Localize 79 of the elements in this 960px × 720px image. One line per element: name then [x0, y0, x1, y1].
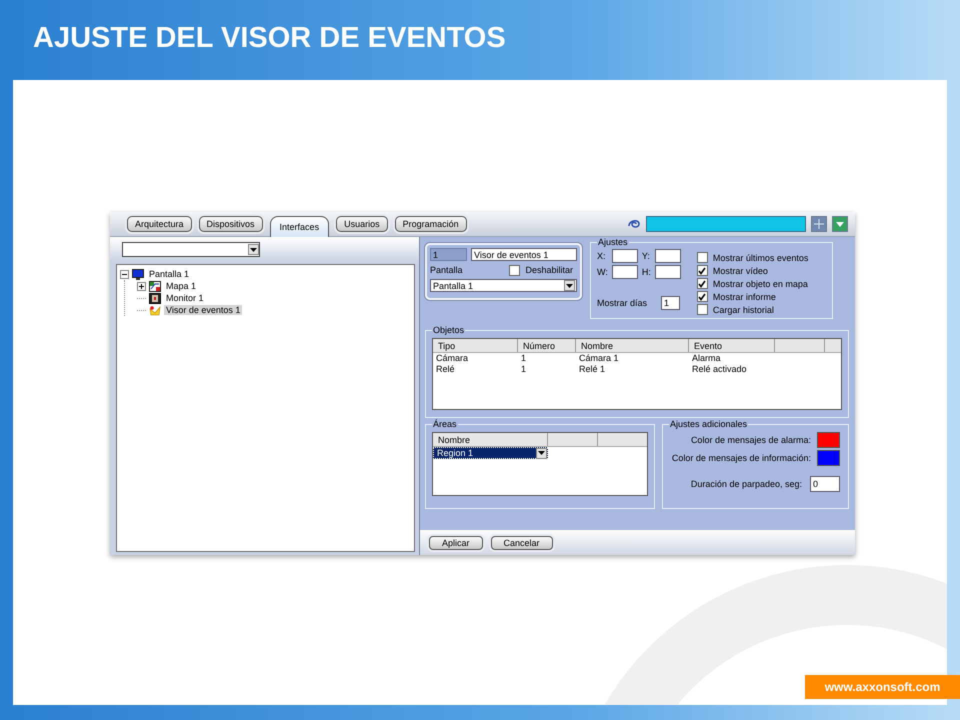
table-cell-text: Alarma: [691, 353, 722, 364]
table-cell-text: 1: [520, 353, 528, 364]
table-cell-text: Relé 1: [578, 364, 606, 375]
website-url: www.axxonsoft.com: [805, 675, 960, 699]
field-label: Y:: [642, 251, 651, 261]
checkbox[interactable]: [696, 252, 708, 263]
checkbox[interactable]: [696, 265, 708, 276]
table-cell-text: Relé activado: [691, 364, 748, 375]
checkbox-label: Cargar historial: [712, 304, 774, 314]
picture-icon: [149, 292, 161, 304]
group-title: Ajustes: [597, 237, 629, 247]
monitor-icon: [132, 268, 144, 280]
tree-item[interactable]: Mapa 1: [164, 281, 198, 291]
column-header[interactable]: Nombre: [576, 339, 689, 352]
slide-title: AJUSTE DEL VISOR DE EVENTOS: [33, 22, 506, 54]
grid-icon[interactable]: [811, 216, 827, 232]
tab[interactable]: Dispositivos: [198, 216, 263, 232]
tab[interactable]: Usuarios: [336, 216, 388, 232]
star-icon: [149, 304, 161, 316]
checkbox-label: Deshabilitar: [525, 265, 573, 275]
name-field[interactable]: Visor de eventos 1: [471, 248, 577, 261]
checkbox[interactable]: [696, 291, 708, 302]
color-swatch[interactable]: [817, 432, 840, 448]
dropdown-button[interactable]: [564, 280, 575, 291]
checkbox-label: Mostrar informe: [712, 292, 776, 302]
tree-item[interactable]: Monitor 1: [164, 293, 206, 303]
action-button[interactable]: Aplicar: [429, 536, 483, 550]
caret-icon: [836, 222, 844, 226]
table-cell[interactable]: Region 1: [433, 447, 548, 459]
tab[interactable]: Arquitectura: [127, 216, 192, 232]
toolbar-field[interactable]: [646, 216, 806, 232]
input-field[interactable]: [654, 265, 681, 279]
checkbox[interactable]: [696, 278, 708, 289]
column-header[interactable]: Evento: [689, 339, 775, 352]
field-label: X:: [597, 251, 607, 261]
input-field[interactable]: [612, 265, 638, 279]
table-cell-text: 1: [520, 364, 528, 375]
dropdown-button[interactable]: [536, 448, 547, 458]
column-header[interactable]: Tipo: [433, 339, 518, 352]
caret-icon: [566, 284, 573, 288]
field-label: Pantalla: [430, 265, 463, 275]
id-field[interactable]: 1: [430, 248, 467, 261]
field-label: Color de mensajes de alarma:: [690, 435, 811, 445]
color-swatch[interactable]: [817, 450, 840, 466]
tree-item[interactable]: Visor de eventos 1: [164, 305, 242, 315]
tab[interactable]: Interfaces: [270, 216, 330, 237]
input-field[interactable]: [654, 249, 681, 263]
field-label: Mostrar días: [597, 298, 648, 308]
spiral-icon[interactable]: [627, 218, 641, 230]
expand-toggle[interactable]: [137, 282, 146, 290]
column-header[interactable]: Número: [518, 339, 576, 352]
filter-dropdown[interactable]: [122, 242, 260, 257]
action-button[interactable]: Cancelar: [490, 536, 553, 550]
group-title: Objetos: [432, 325, 466, 335]
map-icon: [149, 280, 161, 292]
field-label: Color de mensajes de información:: [672, 453, 811, 463]
field-label: H:: [642, 267, 651, 277]
caret-icon: [538, 451, 545, 455]
input-field[interactable]: [612, 249, 638, 263]
checkbox[interactable]: [696, 304, 708, 315]
field-label: W:: [597, 267, 608, 277]
caret-icon: [250, 248, 257, 252]
checkbox-label: Mostrar objeto en mapa: [712, 278, 808, 288]
table-cell-text: Cámara: [435, 353, 470, 364]
tree-item[interactable]: Pantalla 1: [147, 269, 192, 279]
group-title: Áreas: [432, 419, 458, 429]
input-field[interactable]: 0: [810, 476, 840, 492]
table-cell-text: Relé: [435, 364, 456, 375]
checkbox-label: Mostrar vídeo: [712, 266, 768, 276]
collapse-toggle[interactable]: [120, 270, 129, 278]
checkbox[interactable]: [509, 264, 520, 276]
tab[interactable]: Programación: [394, 216, 467, 232]
checkbox-label: Mostrar últimos eventos: [712, 252, 808, 262]
field-label: Duración de parpadeo, seg:: [690, 479, 802, 489]
dropdown-button[interactable]: [248, 244, 259, 255]
screen-dropdown[interactable]: Pantalla 1: [430, 279, 577, 292]
group-title: Ajustes adicionales: [669, 419, 748, 429]
table-cell-text: Cámara 1: [578, 353, 620, 364]
input-field[interactable]: 1: [661, 296, 680, 310]
